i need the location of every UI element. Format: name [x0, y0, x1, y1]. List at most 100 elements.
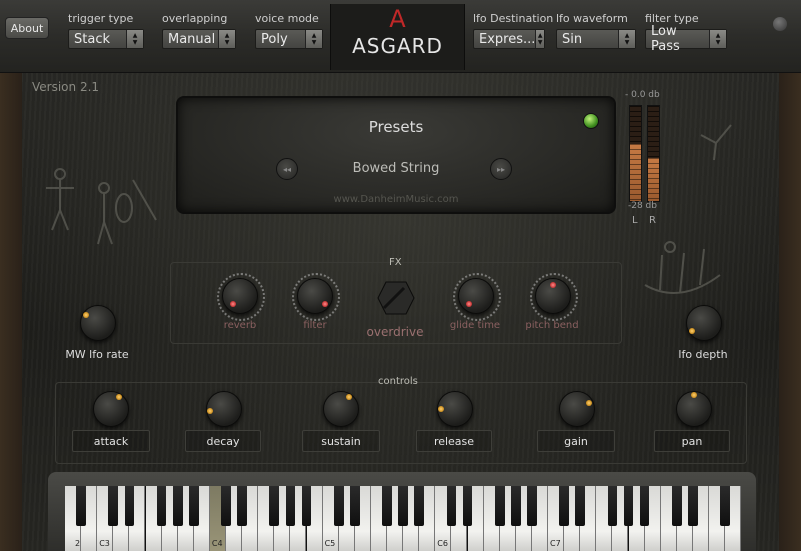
lfo-waveform-field: lfo waveform Sin ▲ ▼ — [556, 12, 636, 49]
knob-indicator — [346, 394, 352, 400]
lfo-waveform-select[interactable]: Sin ▲ ▼ — [556, 29, 636, 49]
black-key[interactable] — [639, 486, 650, 526]
logo-text: ASGARD — [352, 34, 443, 58]
overdrive-knob[interactable] — [372, 278, 416, 318]
filter-knob[interactable] — [297, 278, 333, 314]
black-key[interactable] — [188, 486, 199, 526]
controls-title: controls — [378, 376, 418, 387]
black-key[interactable] — [575, 486, 586, 526]
mw-lfo-rate-knob[interactable] — [80, 305, 116, 341]
voice-mode-select[interactable]: Poly ▲ ▼ — [255, 29, 323, 49]
black-key[interactable] — [607, 486, 618, 526]
release-knob[interactable] — [437, 391, 473, 427]
lfo-waveform-label: lfo waveform — [556, 12, 628, 25]
gain-label: gain — [537, 430, 615, 452]
black-key[interactable] — [559, 486, 569, 526]
knob-indicator — [207, 408, 213, 414]
black-key[interactable] — [688, 486, 698, 526]
knob-indicator — [466, 301, 472, 307]
sustain-label: sustain — [302, 430, 380, 452]
lfo-destination-field: lfo Destination Expres... ▲ ▼ — [473, 12, 553, 49]
reverb-knob[interactable] — [222, 278, 258, 314]
stepper-icon: ▲ ▼ — [305, 30, 322, 48]
black-key[interactable] — [494, 486, 505, 526]
black-key[interactable] — [301, 486, 312, 526]
meter-bar-right — [647, 105, 660, 202]
overlapping-select[interactable]: Manual ▲ ▼ — [162, 29, 236, 49]
key-octave-label: C5 — [324, 539, 336, 548]
black-key[interactable] — [124, 486, 135, 526]
overlapping-label: overlapping — [162, 12, 228, 25]
key-octave-label: C7 — [550, 539, 561, 548]
black-key[interactable] — [720, 486, 730, 526]
stepper-icon: ▲ ▼ — [618, 30, 635, 48]
black-key[interactable] — [510, 486, 521, 526]
knob-indicator — [83, 312, 89, 318]
overlapping-value: Manual — [168, 31, 216, 47]
black-key[interactable] — [156, 486, 167, 526]
black-key[interactable] — [527, 486, 537, 526]
black-key[interactable] — [446, 486, 457, 526]
decay-label: decay — [185, 430, 261, 452]
voice-mode-field: voice mode Poly ▲ ▼ — [255, 12, 323, 49]
black-key[interactable] — [382, 486, 392, 526]
black-key[interactable] — [349, 486, 360, 526]
attack-label: attack — [72, 430, 150, 452]
gain-knob[interactable] — [559, 391, 595, 427]
piano-keyboard[interactable]: C3 C4 C5 C6 C7 2 — [65, 486, 741, 551]
lfo-depth-label: lfo depth — [678, 348, 728, 361]
pitch-bend-knob[interactable] — [535, 278, 571, 314]
lfo-destination-label: lfo Destination — [473, 12, 554, 25]
black-key[interactable] — [269, 486, 280, 526]
lfo-destination-select[interactable]: Expres... ▲ ▼ — [473, 29, 545, 49]
black-key[interactable] — [76, 486, 86, 526]
trigger-type-label: trigger type — [68, 12, 134, 25]
release-label: release — [416, 430, 492, 452]
sustain-knob[interactable] — [323, 391, 359, 427]
black-key[interactable] — [285, 486, 296, 526]
attack-knob[interactable] — [93, 391, 129, 427]
meter-fill-right — [648, 158, 659, 201]
about-button[interactable]: About — [5, 17, 49, 39]
fast-forward-icon: ▸▸ — [496, 164, 506, 174]
key-octave-label: 2 — [75, 539, 81, 548]
pan-knob[interactable] — [676, 391, 712, 427]
power-led-icon[interactable] — [583, 113, 599, 129]
black-key[interactable] — [623, 486, 634, 526]
asgard-logo: A ASGARD — [330, 4, 465, 70]
black-key[interactable] — [172, 486, 183, 526]
black-key[interactable] — [237, 486, 247, 526]
settings-dot-button[interactable] — [773, 17, 787, 31]
stepper-icon: ▲ ▼ — [126, 30, 143, 48]
lfo-depth-knob[interactable] — [686, 305, 722, 341]
meter-bar-left — [629, 105, 642, 202]
filter-type-value: Low Pass — [651, 24, 680, 54]
asgard-plugin: About trigger type Stack ▲ ▼ overlapping … — [0, 0, 801, 551]
black-key[interactable] — [108, 486, 119, 526]
black-key[interactable] — [221, 486, 231, 526]
key-octave-label: C3 — [99, 539, 110, 548]
filter-type-field: filter type Low Pass ▲ ▼ — [645, 12, 727, 54]
filter-type-select[interactable]: Low Pass ▲ ▼ — [645, 24, 727, 54]
voice-mode-label: voice mode — [255, 12, 319, 25]
black-key[interactable] — [333, 486, 344, 526]
mw-lfo-rate-label: MW lfo rate — [65, 348, 129, 361]
knob-indicator — [691, 392, 697, 398]
black-key[interactable] — [671, 486, 682, 526]
black-key[interactable] — [398, 486, 408, 526]
voice-mode-value: Poly — [261, 31, 288, 47]
pan-label: pan — [654, 430, 730, 452]
black-key[interactable] — [414, 486, 425, 526]
black-key[interactable] — [462, 486, 473, 526]
meter-left-label: L — [632, 215, 638, 226]
trigger-type-select[interactable]: Stack ▲ ▼ — [68, 29, 144, 49]
overlapping-field: overlapping Manual ▲ ▼ — [162, 12, 236, 49]
decay-knob[interactable] — [206, 391, 242, 427]
petroglyph-ship-icon — [644, 241, 721, 294]
knob-indicator — [322, 301, 328, 307]
glide-time-knob[interactable] — [458, 278, 494, 314]
next-preset-button[interactable]: ▸▸ — [490, 158, 512, 180]
pitch-bend-label: pitch bend — [525, 320, 579, 331]
key-octave-label: C4 — [211, 539, 223, 548]
knob-indicator — [586, 400, 592, 406]
